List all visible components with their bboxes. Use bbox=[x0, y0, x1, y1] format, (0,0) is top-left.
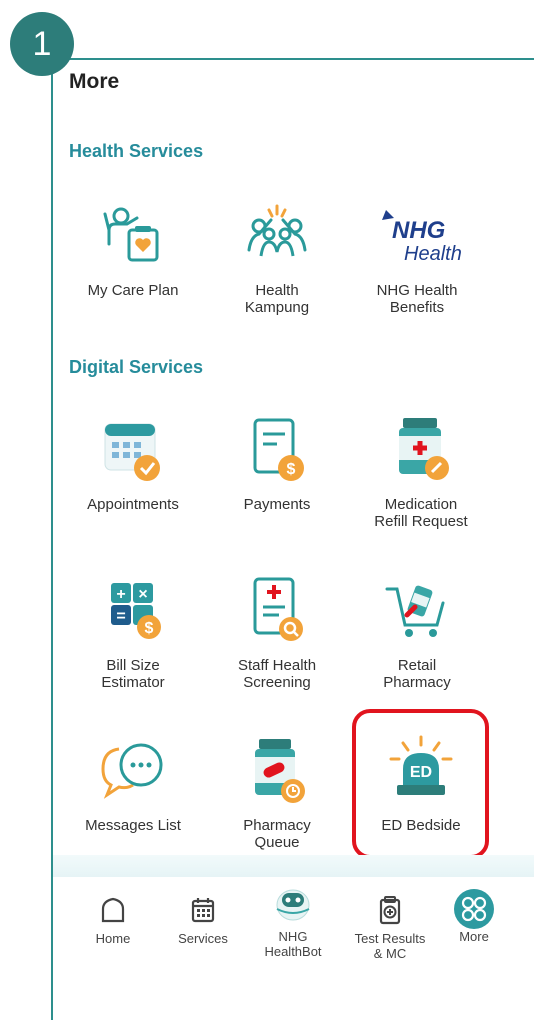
tile-nhg-health-benefits[interactable]: NHG Health NHG Health Benefits bbox=[347, 200, 487, 316]
community-icon bbox=[247, 204, 307, 257]
tile-label: NHG Health Benefits bbox=[376, 282, 458, 316]
tile-label: My Care Plan bbox=[87, 282, 179, 299]
svg-text:$: $ bbox=[287, 461, 296, 478]
section-health-services: Health Services bbox=[69, 141, 204, 161]
tile-payments[interactable]: $ Payments bbox=[207, 414, 347, 513]
healthbot-icon bbox=[276, 889, 310, 921]
tile-appointments[interactable]: Appointments bbox=[63, 414, 203, 513]
caregiver-icon bbox=[103, 207, 159, 262]
bill-dollar-icon: $ bbox=[253, 418, 304, 481]
nav-more[interactable]: More bbox=[429, 877, 519, 944]
services-icon bbox=[191, 898, 215, 923]
scroll-fade bbox=[53, 855, 534, 877]
nav-label: Services bbox=[178, 931, 228, 946]
more-grid-icon bbox=[454, 889, 494, 929]
tile-pharmacy-queue[interactable]: Pharmacy Queue bbox=[207, 735, 347, 851]
page-title: More bbox=[69, 70, 120, 93]
tile-health-kampung[interactable]: Health Kampung bbox=[207, 200, 347, 316]
bottom-nav: Home Services NHG HealthBot Test Results &… bbox=[53, 877, 534, 977]
tile-label: Appointments bbox=[87, 496, 179, 513]
nav-label: Test Results & MC bbox=[354, 931, 426, 961]
tile-label: Medication Refill Request bbox=[374, 496, 468, 530]
tile-my-care-plan[interactable]: My Care Plan bbox=[63, 200, 203, 299]
section-digital-services: Digital Services bbox=[69, 357, 204, 377]
tile-medication-refill[interactable]: Medication Refill Request bbox=[351, 414, 491, 530]
tile-label: Retail Pharmacy bbox=[383, 657, 451, 691]
nav-label: Home bbox=[95, 931, 131, 946]
tile-messages-list[interactable]: Messages List bbox=[63, 735, 203, 834]
svg-text:Health: Health bbox=[404, 243, 462, 265]
tile-label: Health Kampung bbox=[244, 282, 310, 316]
calendar-check-icon bbox=[104, 423, 160, 481]
pill-bottle-clock-icon bbox=[255, 739, 305, 803]
tile-label: Pharmacy Queue bbox=[243, 817, 311, 851]
tile-bill-size-estimator[interactable]: + × = $ Bill Size Estimator bbox=[63, 575, 203, 691]
highlight-box bbox=[352, 709, 489, 859]
shopping-cart-icon bbox=[385, 585, 445, 637]
home-icon bbox=[101, 897, 125, 923]
nav-label: NHG HealthBot bbox=[264, 929, 322, 959]
tile-staff-health-screening[interactable]: Staff Health Screening bbox=[207, 575, 347, 691]
test-results-icon bbox=[379, 896, 401, 925]
step-badge: 1 bbox=[10, 12, 74, 76]
nav-label: More bbox=[459, 929, 489, 944]
tile-label: Messages List bbox=[85, 817, 181, 834]
medicine-bottle-icon bbox=[399, 418, 449, 480]
svg-text:=: = bbox=[116, 608, 125, 625]
frame-top-line bbox=[51, 58, 534, 60]
nav-healthbot[interactable]: NHG HealthBot bbox=[248, 877, 338, 959]
svg-text:NHG: NHG bbox=[392, 217, 445, 244]
nav-test-results[interactable]: Test Results & MC bbox=[345, 877, 435, 961]
screening-report-icon bbox=[253, 577, 303, 641]
tile-label: Payments bbox=[243, 496, 311, 513]
chat-bubbles-icon bbox=[101, 743, 163, 799]
tile-label: Bill Size Estimator bbox=[101, 657, 165, 691]
svg-text:$: $ bbox=[145, 620, 154, 637]
svg-text:×: × bbox=[138, 586, 147, 603]
tile-label: Staff Health Screening bbox=[237, 657, 317, 691]
svg-text:+: + bbox=[116, 586, 125, 603]
nhg-logo: NHG Health bbox=[382, 210, 462, 265]
nav-services[interactable]: Services bbox=[158, 877, 248, 946]
tile-retail-pharmacy[interactable]: Retail Pharmacy bbox=[347, 575, 487, 691]
nav-home[interactable]: Home bbox=[68, 877, 158, 946]
calculator-icon: + × = $ bbox=[111, 583, 161, 639]
